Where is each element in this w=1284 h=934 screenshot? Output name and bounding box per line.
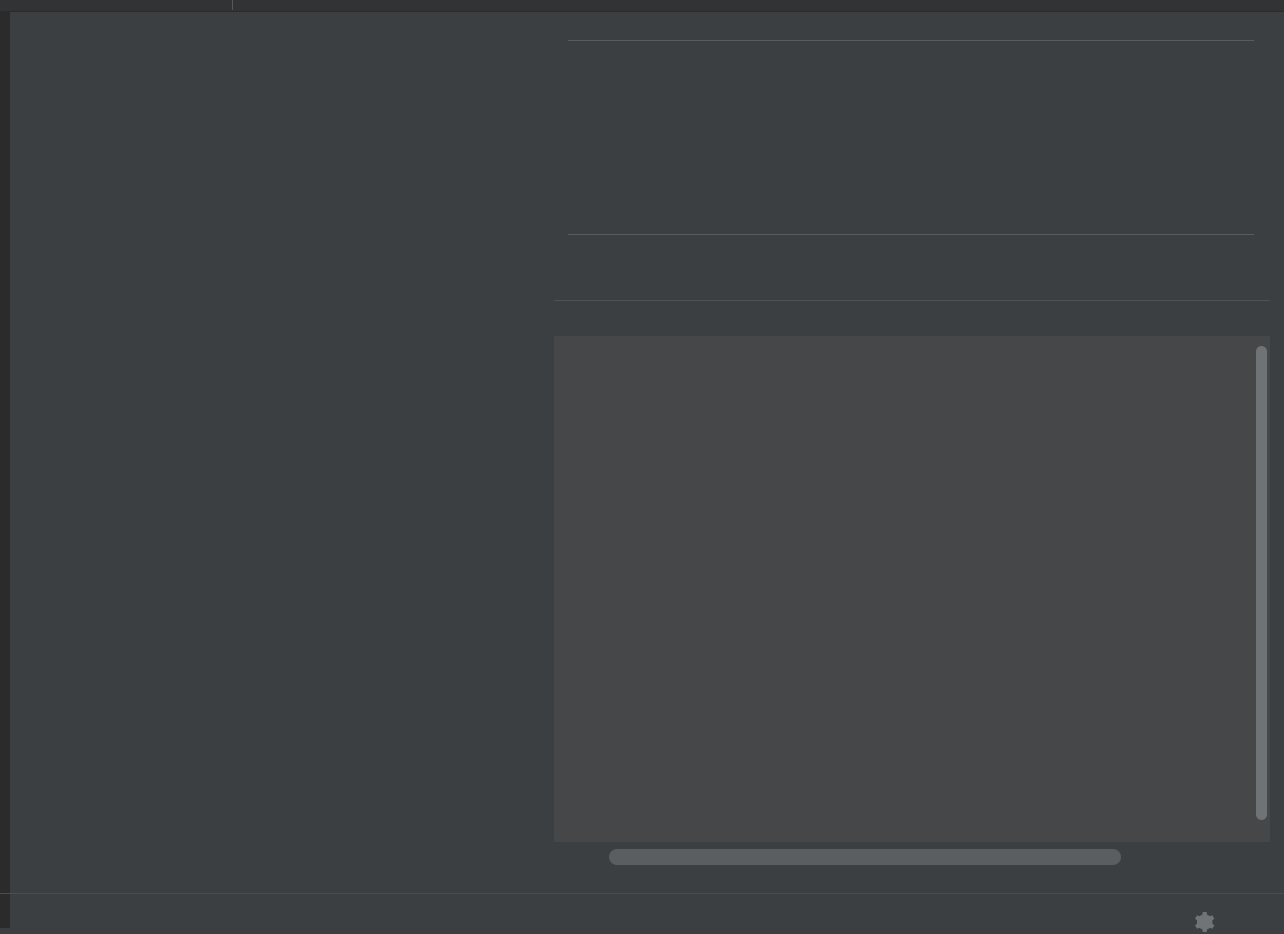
bytecode-vertical-scroll-thumb[interactable]: [1256, 346, 1267, 820]
watermark-divider: [0, 893, 1284, 894]
adjacent-panel-sliver: [0, 11, 10, 928]
bytecode-horizontal-scroll-thumb[interactable]: [609, 849, 1121, 865]
section-rule: [568, 40, 1254, 41]
specific-info-section-header: [554, 234, 1254, 235]
generic-info-section-header: [554, 40, 1254, 41]
bytecode-horizontal-scrollbar[interactable]: [554, 844, 1270, 872]
gear-icon: [1195, 912, 1215, 932]
section-rule: [568, 234, 1254, 235]
bytecode-scroll-region[interactable]: [554, 336, 1270, 842]
window-top-strip: [0, 0, 1284, 12]
specific-info-tabbar[interactable]: [554, 300, 1270, 337]
bytecode-vertical-scrollbar[interactable]: [1254, 342, 1268, 832]
class-structure-tree[interactable]: [10, 12, 530, 892]
attribute-detail-panel: [532, 12, 1284, 892]
bytecode-panel[interactable]: [554, 336, 1270, 842]
splitter-tick: [232, 0, 233, 10]
